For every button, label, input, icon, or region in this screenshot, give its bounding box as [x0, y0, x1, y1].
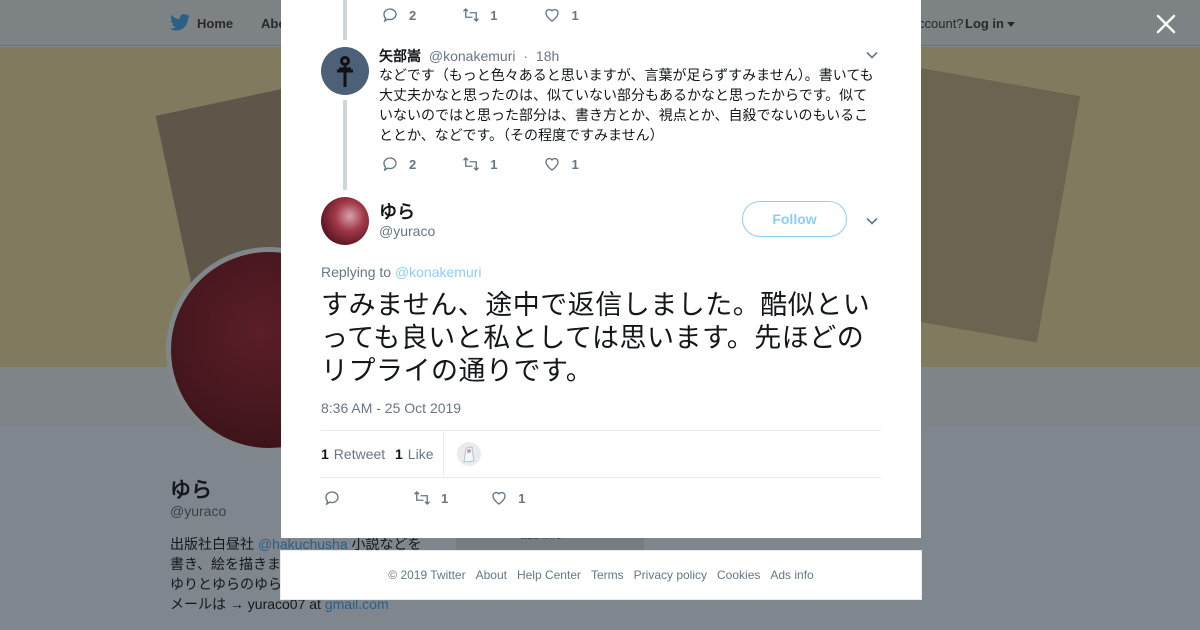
reply-author-handle[interactable]: @konakemuri [429, 48, 516, 64]
tweet-modal: 2 1 1 矢部嵩 @konakemuri · 18h などです（もっと色々ある… [281, 0, 921, 538]
bio-text: 出版社白昼社 [170, 536, 258, 552]
retweet-action[interactable]: 1 [462, 6, 497, 24]
main-author-avatar[interactable] [321, 197, 369, 245]
like-action[interactable]: 1 [543, 155, 579, 173]
avatar-figure-icon [337, 56, 353, 87]
like-count: 1 [571, 7, 579, 23]
retweet-count: 1 [490, 7, 498, 23]
heart-icon [545, 8, 560, 22]
replying-mention-link[interactable]: @konakemuri [395, 264, 482, 280]
reply-action[interactable] [323, 489, 351, 507]
profile-handle: @yuraco [170, 503, 227, 519]
reply-count: 2 [409, 156, 417, 172]
follow-button[interactable]: Follow [742, 201, 847, 237]
like-stat-label: Like [407, 446, 434, 462]
chevron-down-icon[interactable] [865, 48, 879, 62]
reply-count: 2 [409, 7, 417, 23]
footer-link-privacy[interactable]: Privacy policy [634, 568, 707, 582]
footer-link-help-center[interactable]: Help Center [517, 568, 581, 582]
footer-link-terms[interactable]: Terms [591, 568, 624, 582]
reply-author-avatar[interactable] [321, 47, 369, 95]
reply-icon [383, 157, 397, 172]
chevron-down-icon[interactable] [865, 214, 879, 228]
like-stat[interactable]: 1 Like [395, 446, 433, 462]
reply-separator: · [523, 48, 529, 64]
footer-link-ads-info[interactable]: Ads info [770, 568, 813, 582]
retweet-stat[interactable]: 1 Retweet [321, 446, 385, 462]
retweet-icon [463, 157, 480, 171]
footer-link-about[interactable]: About [476, 568, 507, 582]
retweet-stat-count: 1 [321, 446, 329, 462]
caret-down-icon [1007, 22, 1015, 28]
prev-tweet-actions: 2 1 1 [381, 6, 625, 24]
profile-name: ゆら [170, 479, 212, 502]
retweet-action[interactable]: 1 [413, 489, 448, 507]
reply-action[interactable]: 2 [381, 155, 416, 173]
reply-header: 矢部嵩 @konakemuri · 18h [379, 46, 559, 66]
thread-connector-line [343, 0, 347, 40]
reply-author-name[interactable]: 矢部嵩 [379, 48, 421, 64]
main-author-handle[interactable]: @yuraco [379, 223, 435, 239]
nav-account-prompt: ccount? [918, 16, 964, 31]
thread-connector-line [343, 100, 347, 190]
replying-label: Replying to [321, 264, 392, 280]
heart-icon [492, 491, 506, 505]
main-author-name[interactable]: ゆら [379, 198, 415, 224]
like-count: 1 [518, 490, 526, 506]
retweet-action[interactable]: 1 [462, 155, 497, 173]
retweet-count: 1 [490, 156, 498, 172]
twitter-bird-icon[interactable] [170, 14, 190, 31]
reply-action[interactable]: 2 [381, 6, 416, 24]
like-action[interactable]: 1 [543, 6, 579, 24]
footer-copyright: © 2019 Twitter [388, 568, 466, 582]
main-tweet-actions: 1 1 [323, 489, 571, 507]
nav-login-link[interactable]: Log in [965, 16, 1015, 31]
replying-to: Replying to @konakemuri [321, 264, 482, 280]
nav-home-link[interactable]: Home [197, 16, 233, 31]
modal-footer: © 2019 Twitter About Help Center Terms P… [280, 550, 922, 600]
heart-icon [545, 157, 560, 171]
tweet-stats: 1 Retweet 1 Like [321, 430, 881, 478]
like-action[interactable]: 1 [490, 489, 525, 507]
reply-icon [383, 8, 397, 23]
reply-tweet-actions: 2 1 1 [381, 155, 625, 173]
like-count: 1 [571, 156, 579, 172]
retweet-icon [463, 8, 480, 22]
footer-link-cookies[interactable]: Cookies [717, 568, 760, 582]
main-tweet-text: すみません、途中で返信しました。酷似といっても良いと私としては思います。先ほどの… [321, 290, 871, 386]
login-label: Log in [965, 16, 1004, 31]
retweet-icon [414, 491, 430, 505]
reply-time[interactable]: 18h [536, 48, 559, 64]
tweet-timestamp[interactable]: 8:36 AM - 25 Oct 2019 [321, 400, 461, 416]
close-icon[interactable] [1152, 10, 1180, 38]
like-stat-count: 1 [395, 446, 403, 462]
reply-tweet-text: などです（もっと色々あると思いますが、言葉が足らずすみません）。書いても大丈夫か… [379, 67, 874, 143]
liker-figure-icon [463, 446, 475, 463]
retweet-count: 1 [441, 490, 449, 506]
retweet-stat-label: Retweet [333, 446, 386, 462]
reply-icon [325, 491, 339, 506]
liker-avatar[interactable] [457, 442, 481, 466]
stats-divider [443, 431, 444, 477]
